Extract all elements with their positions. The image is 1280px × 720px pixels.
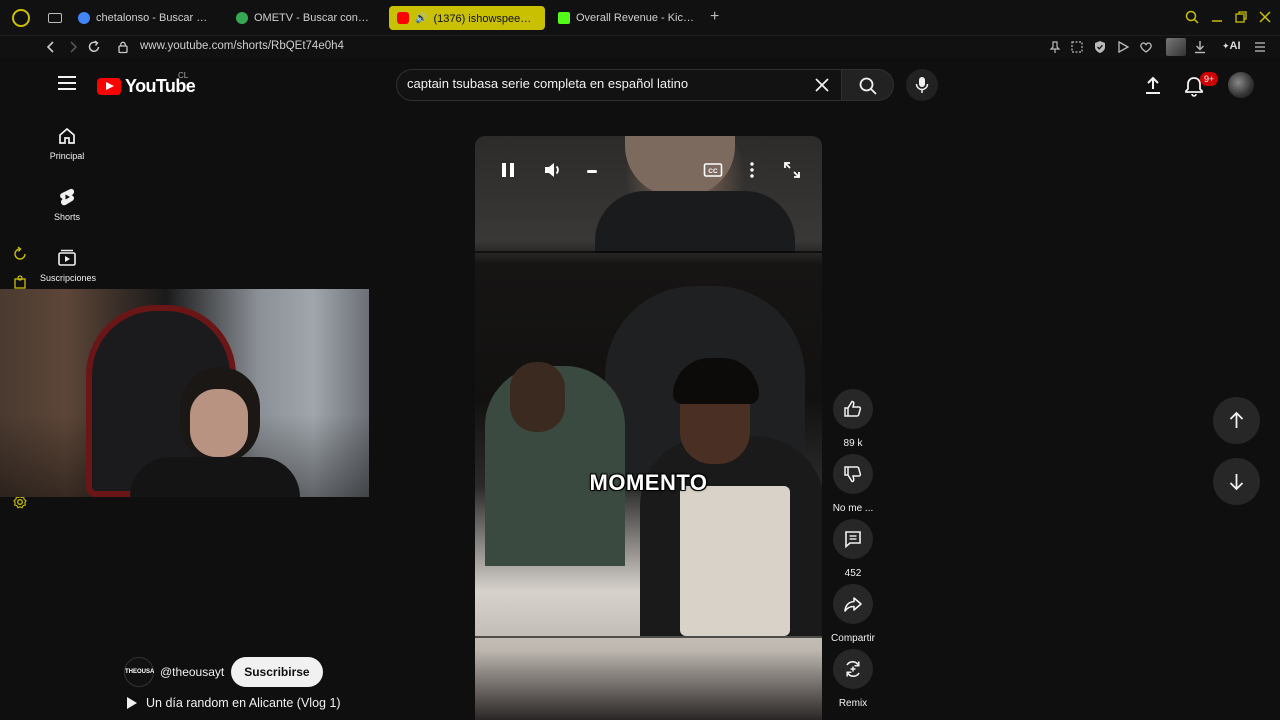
ai-sparkle-icon: ✦ xyxy=(1222,41,1230,51)
microphone-icon xyxy=(915,77,929,93)
search-button[interactable] xyxy=(842,69,894,101)
player-icon[interactable] xyxy=(1116,40,1130,54)
tab-chetalonso[interactable]: chetalonso - Buscar con G xyxy=(70,6,220,30)
arrow-up-icon xyxy=(1229,411,1244,428)
clear-search-icon[interactable] xyxy=(815,78,829,92)
closed-captions-icon[interactable]: CC xyxy=(703,160,723,180)
reload-icon[interactable] xyxy=(87,40,101,54)
more-options-icon[interactable] xyxy=(742,160,762,180)
linked-video-title: Un día random en Alicante (Vlog 1) xyxy=(146,696,341,710)
volume-icon[interactable] xyxy=(543,160,563,180)
youtube-play-icon xyxy=(97,78,121,95)
linked-video[interactable]: Un día random en Alicante (Vlog 1) xyxy=(126,696,341,710)
search-input[interactable] xyxy=(407,76,807,91)
pause-icon[interactable] xyxy=(498,160,518,180)
volume-slider[interactable] xyxy=(587,170,597,173)
share-icon xyxy=(844,597,862,612)
extension-icon[interactable] xyxy=(12,274,28,290)
video-caption: MOMENTO xyxy=(589,470,708,495)
upload-icon[interactable] xyxy=(1143,75,1163,95)
google-favicon-icon xyxy=(78,12,90,24)
easy-setup-icon[interactable] xyxy=(1253,40,1267,54)
history-icon[interactable] xyxy=(12,246,28,262)
remix-icon xyxy=(846,661,860,677)
tab-ishowspeed[interactable]: 🔊 (1376) ishowspeed 🔥 xyxy=(389,6,545,30)
address-bar: www.youtube.com/shorts/RbQEt74e0h4 ✦AI xyxy=(0,36,1280,58)
heart-icon[interactable] xyxy=(1139,40,1153,54)
search-icon xyxy=(859,77,877,95)
minimize-icon[interactable] xyxy=(1210,10,1224,24)
channel-handle[interactable]: @theousayt xyxy=(160,665,224,679)
workspace-icon[interactable] xyxy=(48,13,62,23)
youtube-favicon-icon xyxy=(397,12,409,24)
play-icon xyxy=(127,697,137,709)
streamer-webcam-overlay xyxy=(0,289,369,497)
notification-badge: 9+ xyxy=(1200,72,1219,86)
share-button[interactable]: Compartir xyxy=(826,584,880,644)
next-short-button[interactable] xyxy=(1213,458,1260,505)
voice-search-button[interactable] xyxy=(906,69,938,101)
guide-item-shorts[interactable]: Shorts xyxy=(40,187,94,222)
streamer-body xyxy=(130,457,300,497)
like-button[interactable]: 89 k xyxy=(826,389,880,449)
comments-button[interactable]: 452 xyxy=(826,519,880,579)
restore-icon[interactable] xyxy=(1234,10,1248,24)
url-field[interactable]: www.youtube.com/shorts/RbQEt74e0h4 xyxy=(140,40,344,52)
lock-icon[interactable] xyxy=(116,40,130,54)
subscribe-button[interactable]: Suscribirse xyxy=(231,657,323,687)
streamer-face xyxy=(190,389,248,457)
arrow-down-icon xyxy=(1229,474,1244,491)
home-icon xyxy=(59,127,75,144)
forward-icon[interactable] xyxy=(66,40,80,54)
adblock-shield-icon[interactable] xyxy=(1093,40,1107,54)
previous-short-button[interactable] xyxy=(1213,397,1260,444)
close-window-icon[interactable] xyxy=(1258,10,1272,24)
search-box xyxy=(396,69,842,101)
profile-thumbnail-icon[interactable] xyxy=(1166,38,1186,56)
channel-info: THEOUSA @theousayt Suscribirse xyxy=(124,657,323,687)
thumbs-up-icon xyxy=(844,400,862,417)
svg-text:CC: CC xyxy=(708,168,718,175)
aria-ai-button[interactable]: ✦AI xyxy=(1222,40,1241,52)
fullscreen-icon[interactable] xyxy=(782,160,802,180)
account-avatar[interactable] xyxy=(1228,72,1254,98)
country-code: CL xyxy=(178,71,189,80)
subscriptions-icon xyxy=(58,249,76,266)
video-person-left-head xyxy=(510,362,565,432)
shorts-icon xyxy=(60,188,75,206)
dislike-button[interactable]: No me ... xyxy=(826,454,880,514)
tab-kick-revenue[interactable]: Overall Revenue - Kick Da xyxy=(550,6,702,30)
back-icon[interactable] xyxy=(44,40,58,54)
remix-button[interactable]: Remix xyxy=(826,649,880,709)
kick-favicon-icon xyxy=(558,12,570,24)
shorts-video-player[interactable]: MOMENTO CC xyxy=(475,136,822,720)
hamburger-menu-icon[interactable] xyxy=(58,76,76,90)
youtube-logo[interactable]: YouTube CL xyxy=(97,71,196,97)
thumbs-down-icon xyxy=(844,466,862,483)
snapshot-icon[interactable] xyxy=(1070,40,1084,54)
video-frame-top-suit xyxy=(595,191,795,253)
tab-audio-icon[interactable]: 🔊 xyxy=(415,13,427,24)
guide-item-suscripciones[interactable]: Suscripciones xyxy=(40,248,96,283)
tab-ometv[interactable]: OMETV - Buscar con Goo xyxy=(228,6,378,30)
browser-tab-strip: chetalonso - Buscar con G OMETV - Buscar… xyxy=(0,0,1280,36)
download-icon[interactable] xyxy=(1193,40,1207,54)
new-tab-icon[interactable]: + xyxy=(710,9,719,25)
guide-item-principal[interactable]: Principal xyxy=(40,126,94,161)
pin-icon[interactable] xyxy=(1048,40,1062,54)
google-favicon-icon xyxy=(236,12,248,24)
youtube-header: YouTube CL 9+ xyxy=(40,60,1280,110)
channel-avatar[interactable]: THEOUSA xyxy=(124,657,154,687)
comment-icon xyxy=(845,531,861,549)
tab-search-icon[interactable] xyxy=(1185,10,1199,24)
video-person-right-shirt xyxy=(680,486,790,636)
